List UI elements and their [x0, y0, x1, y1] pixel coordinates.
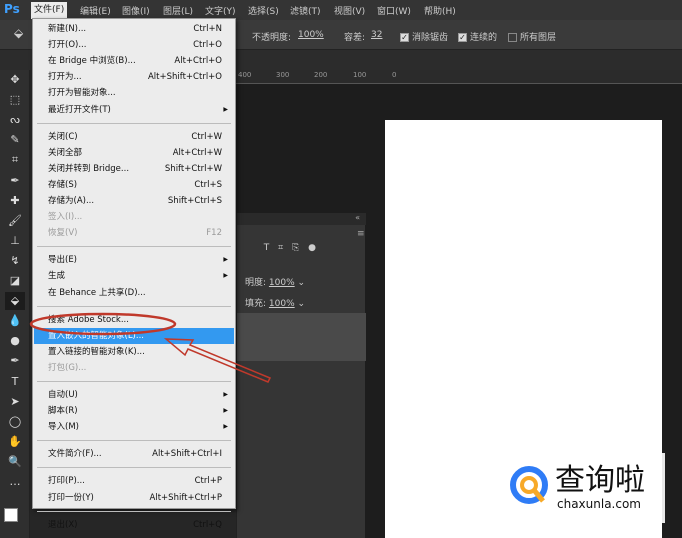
watermark-domain: chaxunla.com: [557, 497, 641, 511]
watermark-icon: [510, 466, 548, 504]
watermark-name: 查询啦: [555, 463, 645, 498]
annotation-ellipse: [29, 312, 177, 336]
watermark-logo: 查询啦 chaxunla.com: [505, 453, 665, 523]
annotation-arrow: [163, 338, 272, 383]
